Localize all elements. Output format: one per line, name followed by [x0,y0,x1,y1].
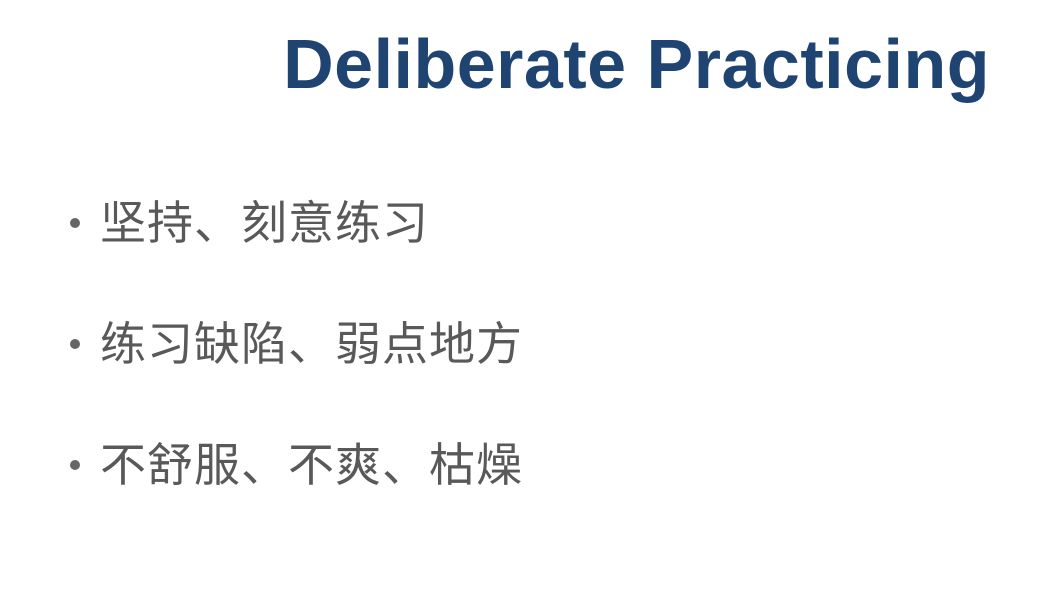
bullet-text: 不舒服、不爽、枯燥 [100,438,523,492]
bullet-point-icon [70,218,80,228]
bullet-text: 练习缺陷、弱点地方 [100,317,523,371]
bullet-point-icon [70,339,80,349]
bullet-list: 坚持、刻意练习 练习缺陷、弱点地方 不舒服、不爽、枯燥 [70,190,523,553]
bullet-item: 练习缺陷、弱点地方 [70,311,523,377]
slide: Deliberate Practicing 坚持、刻意练习 练习缺陷、弱点地方 … [0,0,1048,592]
slide-title: Deliberate Practicing [283,25,990,103]
bullet-item: 不舒服、不爽、枯燥 [70,432,523,498]
bullet-item: 坚持、刻意练习 [70,190,523,256]
bullet-point-icon [70,460,80,470]
bullet-text: 坚持、刻意练习 [100,196,429,250]
